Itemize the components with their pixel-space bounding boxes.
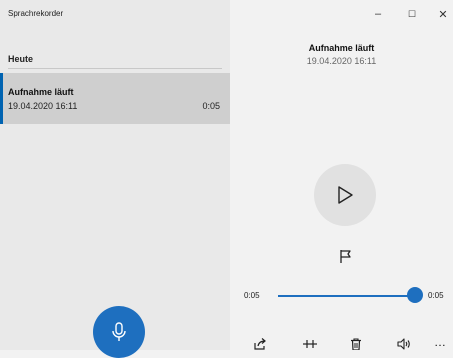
recording-header-date: 19.04.2020 16:11 xyxy=(306,56,377,66)
volume-button[interactable] xyxy=(396,338,412,350)
microphone-icon xyxy=(112,322,126,341)
share-button[interactable] xyxy=(252,338,268,350)
share-icon xyxy=(254,338,266,350)
volume-icon xyxy=(397,338,410,350)
trim-icon xyxy=(303,340,317,348)
delete-button[interactable] xyxy=(348,338,364,350)
section-divider xyxy=(8,68,222,69)
more-options-button[interactable]: … xyxy=(432,335,448,350)
trim-button[interactable] xyxy=(302,338,318,350)
flag-icon[interactable] xyxy=(338,248,354,264)
seek-track[interactable] xyxy=(278,295,413,297)
recording-date: 19.04.2020 16:11 xyxy=(8,101,78,111)
seek-thumb[interactable] xyxy=(407,287,423,303)
recording-header-title: Aufnahme läuft xyxy=(308,43,375,53)
total-time: 0:05 xyxy=(428,291,444,300)
play-button[interactable] xyxy=(314,164,376,226)
maximize-button[interactable]: ☐ xyxy=(402,9,422,20)
more-icon: … xyxy=(434,335,446,349)
recordings-pane: Sprachrekorder Heute Aufnahme läuft 19.0… xyxy=(0,0,230,358)
current-time: 0:05 xyxy=(244,291,260,300)
section-header-today: Heute xyxy=(8,54,34,64)
delete-icon xyxy=(351,338,361,350)
recording-title: Aufnahme läuft xyxy=(8,87,74,97)
close-button[interactable]: ✕ xyxy=(433,8,453,21)
play-icon xyxy=(338,186,353,204)
recording-duration: 0:05 xyxy=(202,101,220,111)
detail-pane: – ☐ ✕ Aufnahme läuft 19.04.2020 16:11 0:… xyxy=(230,0,453,350)
minimize-button[interactable]: – xyxy=(368,8,388,20)
selection-indicator xyxy=(0,73,3,124)
record-button[interactable] xyxy=(93,306,145,358)
app-title: Sprachrekorder xyxy=(8,9,64,18)
recording-list-item[interactable]: Aufnahme läuft 19.04.2020 16:11 0:05 xyxy=(0,73,230,124)
